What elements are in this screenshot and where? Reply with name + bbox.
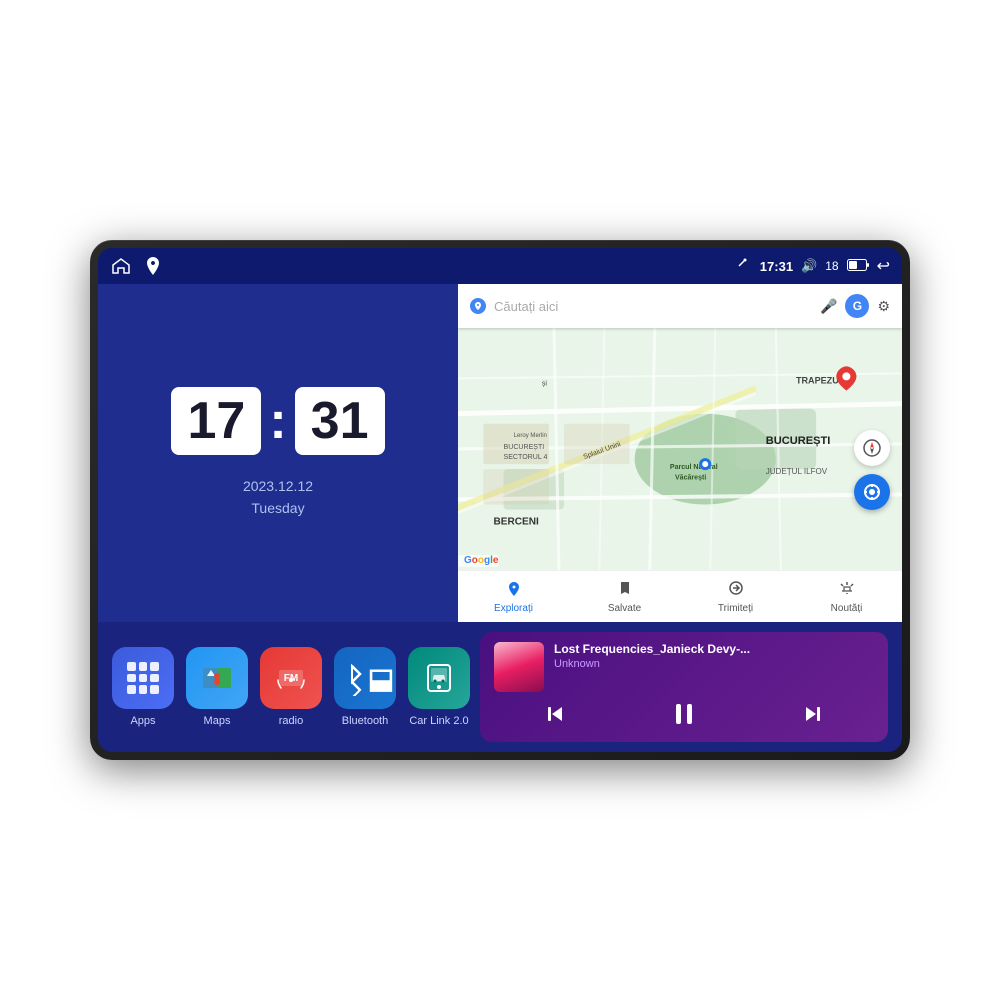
clock-date: 2023.12.12 Tuesday [243,475,313,520]
clock-panel: 17 : 31 2023.12.12 Tuesday [98,284,458,622]
app-icon-apps[interactable]: Apps [112,647,174,727]
map-nav-send-label: Trimiteți [718,603,753,614]
saved-icon [617,580,633,601]
map-nav-send[interactable]: Trimiteți [680,580,791,614]
music-info: Lost Frequencies_Janieck Devy-... Unknow… [554,642,874,670]
music-prev-button[interactable] [537,696,573,732]
bluetooth-icon-svg [336,660,368,696]
app-icon-radio[interactable]: FM radio [260,647,322,727]
clock-minutes-block: 31 [295,387,385,455]
app-icons-row: Apps Maps [112,647,470,727]
music-thumbnail [494,642,544,692]
app-icon-maps[interactable]: Maps [186,647,248,727]
map-nav-saved[interactable]: Salvate [569,580,680,614]
radio-icon-box: FM [260,647,322,709]
maps-nav-icon[interactable] [142,255,164,277]
music-controls [494,696,874,732]
music-next-button[interactable] [795,696,831,732]
map-nav-explore[interactable]: Explorați [458,580,569,614]
map-nav-news[interactable]: Noutăți [791,580,902,614]
radio-icon-svg: FM [273,660,309,696]
maps-icon-svg [201,662,233,694]
send-icon [728,580,744,601]
volume-icon: 🔊 [801,258,817,274]
svg-text:Văcărești: Văcărești [675,474,706,481]
svg-text:și: și [542,380,548,387]
bluetooth-label: Bluetooth [342,715,388,727]
back-button[interactable]: ↩ [877,256,890,276]
battery-icon [847,259,869,274]
clock-hours-block: 17 [171,387,261,455]
music-title: Lost Frequencies_Janieck Devy-... [554,642,874,656]
clock-hours: 17 [187,395,245,447]
google-logo: Google [464,555,498,566]
signal-icon [738,258,752,275]
svg-text:BUCUREȘTI: BUCUREȘTI [766,435,831,447]
clock-display: 17 : 31 [171,387,384,455]
carlink-icon-box [408,647,470,709]
map-location-button[interactable] [854,474,890,510]
radio-label: radio [279,715,303,727]
voice-search-icon[interactable]: 🎤 [820,298,837,315]
apps-label: Apps [130,715,155,727]
profile-icon[interactable]: G [845,294,869,318]
music-top: Lost Frequencies_Janieck Devy-... Unknow… [494,642,874,692]
maps-label: Maps [204,715,231,727]
map-search-actions: 🎤 G ⚙ [820,294,890,318]
map-compass-button[interactable] [854,430,890,466]
map-search-bar[interactable]: Căutați aici 🎤 G ⚙ [458,284,902,328]
album-art [494,642,544,692]
device-shell: 17:31 🔊 18 ↩ [90,240,910,760]
app-icon-bluetooth[interactable]: ⬓ Bluetooth [334,647,396,727]
app-icon-carlink[interactable]: Car Link 2.0 [408,647,470,727]
svg-text:BERCENI: BERCENI [493,517,539,528]
apps-icon-box [112,647,174,709]
map-nav-news-label: Noutăți [831,603,863,614]
status-right: 17:31 🔊 18 ↩ [738,256,890,276]
map-nav-saved-label: Salvate [608,603,641,614]
status-time: 17:31 [760,259,793,274]
svg-text:SECTORUL 4: SECTORUL 4 [504,454,548,461]
svg-text:Leroy Merlin: Leroy Merlin [514,433,547,439]
svg-text:JUDEȚUL ILFOV: JUDEȚUL ILFOV [766,467,828,476]
map-nav-explore-label: Explorați [494,603,533,614]
map-panel[interactable]: Căutați aici 🎤 G ⚙ [458,284,902,622]
map-search-input[interactable]: Căutați aici [494,299,812,314]
bluetooth-icon-box: ⬓ [334,647,396,709]
maps-icon-box [186,647,248,709]
battery-level: 18 [825,259,838,273]
map-svg: TRAPEZULUI BUCUREȘTI JUDEȚUL ILFOV BERCE… [458,328,902,570]
news-icon [839,580,855,601]
status-bar: 17:31 🔊 18 ↩ [98,248,902,284]
bottom-section: Apps Maps [98,622,902,752]
layers-icon[interactable]: ⚙ [877,298,890,315]
music-artist: Unknown [554,658,874,670]
music-player: Lost Frequencies_Janieck Devy-... Unknow… [480,632,888,742]
svg-text:BUCUREȘTI: BUCUREȘTI [504,444,545,451]
carlink-label: Car Link 2.0 [409,715,468,727]
top-section: 17 : 31 2023.12.12 Tuesday [98,284,902,622]
clock-date-text: 2023.12.12 [243,475,313,497]
map-bottom-nav: Explorați Salvate [458,570,902,622]
map-body[interactable]: TRAPEZULUI BUCUREȘTI JUDEȚUL ILFOV BERCE… [458,328,902,570]
map-background: TRAPEZULUI BUCUREȘTI JUDEȚUL ILFOV BERCE… [458,328,902,570]
explore-icon [506,580,522,601]
apps-grid-icon [127,662,159,694]
device-screen: 17:31 🔊 18 ↩ [98,248,902,752]
main-content: 17 : 31 2023.12.12 Tuesday [98,284,902,752]
clock-separator: : [269,395,286,447]
home-button[interactable] [110,255,132,277]
clock-minutes: 31 [311,395,369,447]
music-play-pause-button[interactable] [666,696,702,732]
status-left [110,255,164,277]
carlink-icon-svg [422,661,456,695]
clock-weekday: Tuesday [243,497,313,519]
google-maps-icon [470,298,486,314]
